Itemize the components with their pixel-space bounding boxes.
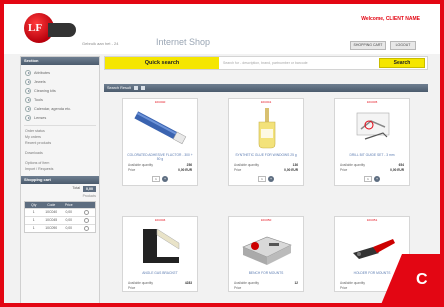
product-image[interactable] (233, 105, 299, 151)
quantity-field[interactable]: 1 (258, 176, 266, 182)
product-card[interactable]: 10C045 DRILL BIT GUIDE SET - 3 mm Availa… (334, 98, 410, 186)
remove-icon[interactable] (83, 218, 89, 223)
table-row: 1 10C040 0,00 (25, 208, 95, 216)
add-to-cart-icon[interactable]: + (374, 176, 380, 182)
sidebar-item-jewels[interactable]: Jewels (25, 77, 96, 86)
list-view-icon[interactable] (140, 85, 145, 90)
add-to-cart-group: 1 + (123, 176, 197, 182)
sidebar-section-title: Section (21, 57, 99, 65)
quantity-field[interactable]: 1 (152, 176, 160, 182)
sidebar-item-attributes[interactable]: Attributes (25, 68, 96, 77)
page-frame: LF Gebruik aan het - 24 Internet Shop We… (0, 0, 444, 307)
product-card[interactable]: 10C041 SYNTHETIC GLUE FOR WINDOWS 25 g A… (228, 98, 304, 186)
product-card[interactable]: 10C040 COLORATED ADHESIVE FLUCTOR - 300 … (122, 98, 198, 186)
mini-cart-total: Total 0,00 (21, 184, 99, 194)
product-image[interactable] (127, 105, 193, 151)
price-row: Price 0,00 EUR (234, 168, 298, 172)
divider (24, 125, 96, 126)
mini-cart-table: Qty Code Price 1 10C040 0,00 1 10C045 0,00 1 10… (24, 201, 96, 233)
header: LF Gebruik aan het - 24 Internet Shop We… (4, 4, 440, 54)
sidebar: Section Attributes Jewels Cleaning kits … (20, 56, 100, 303)
price-row: Price 0,00 EUR (340, 168, 404, 172)
shopping-cart-button[interactable]: SHOPPING CART (350, 41, 386, 50)
product-image[interactable] (339, 223, 405, 269)
product-card[interactable]: 10C050 BENCH FOR MOUNTS Available quanti… (228, 216, 304, 292)
arrow-icon (25, 105, 31, 112)
sidebar-item-calendar[interactable]: Calendar, agenda etc. (25, 104, 96, 113)
add-to-cart-icon[interactable]: + (268, 176, 274, 182)
search-input[interactable] (223, 59, 373, 67)
arrow-icon (25, 69, 31, 76)
price-row: Price (128, 286, 136, 290)
product-image[interactable] (233, 223, 299, 269)
mini-cart-header: Qty Code Price (25, 202, 95, 208)
search-bar: Quick search Search (104, 56, 428, 70)
quantity-field[interactable]: 1 (364, 176, 372, 182)
company-logo[interactable]: LF (24, 13, 76, 43)
mini-cart-title: Shopping cart (21, 176, 99, 184)
product-image[interactable] (339, 105, 405, 151)
product-name[interactable]: DRILL BIT GUIDE SET - 3 mm (338, 153, 406, 161)
add-to-cart-icon[interactable]: + (162, 176, 168, 182)
category-list: Attributes Jewels Cleaning kits Tools Ca… (21, 65, 99, 123)
product-name[interactable]: BENCH FOR MOUNTS (232, 271, 300, 279)
tagline: Gebruik aan het - 24 (82, 41, 119, 46)
import-link[interactable]: Import / Requests (21, 166, 99, 172)
sidebar-item-cleaning-kits[interactable]: Cleaning kits (25, 86, 96, 95)
quick-search-label: Quick search (105, 57, 219, 69)
product-name[interactable]: COLORATED ADHESIVE FLUCTOR - 300 + 50 g (126, 153, 194, 161)
arrow-icon (25, 78, 31, 85)
shop-title: Internet Shop (156, 37, 211, 47)
product-card[interactable]: 10C046 ANGLE GAS BRACKET Available quant… (122, 216, 198, 292)
table-row: 1 10C045 0,00 (25, 216, 95, 224)
grid-view-icon[interactable] (133, 85, 138, 90)
remove-icon[interactable] (83, 210, 89, 215)
price-row: Price (234, 286, 242, 290)
arrow-icon (25, 114, 31, 121)
mini-cart-subtitle: Products (82, 194, 96, 198)
mini-cart: Shopping cart Total 0,00 Products Qty Code… (21, 176, 99, 233)
search-button[interactable]: Search (379, 58, 425, 68)
sidebar-item-tools[interactable]: Tools (25, 95, 96, 104)
sidebar-item-lenses[interactable]: Lenses (25, 113, 96, 122)
product-name[interactable]: ANGLE GAS BRACKET (126, 271, 194, 279)
welcome-text: Welcome, CLIENT NAME (361, 16, 420, 22)
main-content: Quick search Search Search Result 10C040… (104, 56, 428, 303)
price-row: Price 0,00 EUR (128, 168, 192, 172)
product-name[interactable]: SYNTHETIC GLUE FOR WINDOWS 25 g (232, 153, 300, 161)
results-header: Search Result (104, 84, 428, 92)
table-row: 1 10C090 0,00 (25, 224, 95, 232)
product-image[interactable] (127, 223, 193, 269)
arrow-icon (25, 87, 31, 94)
arrow-icon (25, 96, 31, 103)
add-to-cart-group: 1 + (229, 176, 303, 182)
logout-button[interactable]: LOGOUT (390, 41, 416, 50)
add-to-cart-group: 1 + (335, 176, 409, 182)
remove-icon[interactable] (83, 226, 89, 231)
